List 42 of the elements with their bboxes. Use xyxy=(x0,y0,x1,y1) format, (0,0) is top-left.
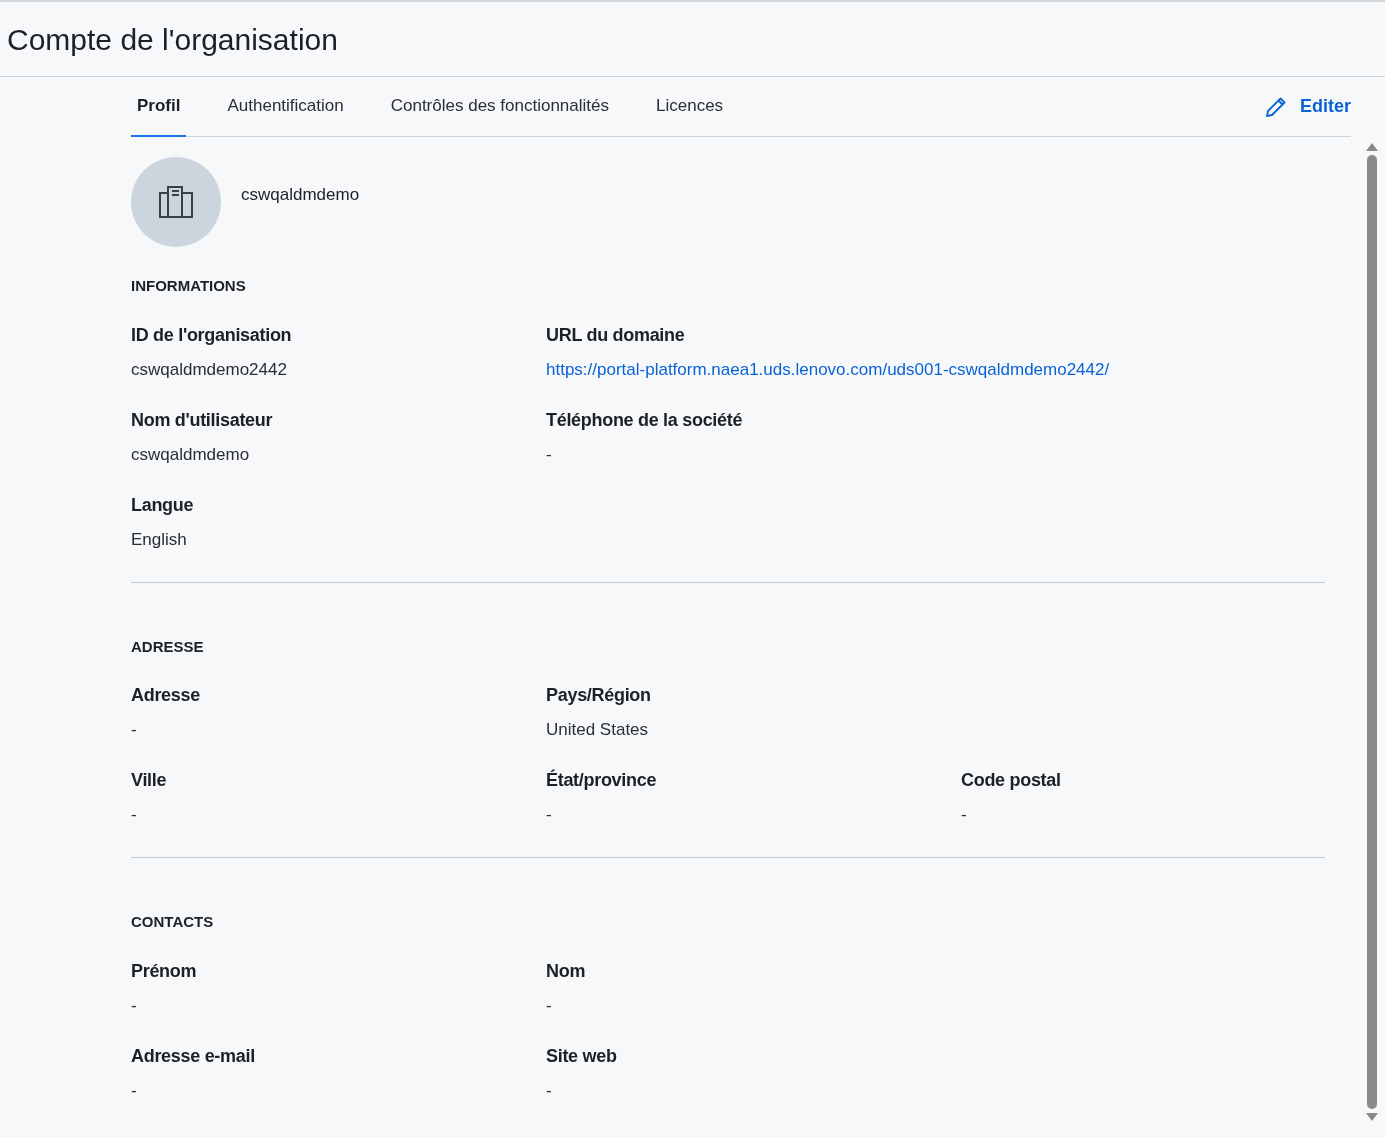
field-label: Adresse e-mail xyxy=(131,1044,256,1068)
field-value: United States xyxy=(546,720,649,739)
building-icon xyxy=(158,185,194,219)
page-title: Compte de l'organisation xyxy=(7,21,338,58)
field-label: État/province xyxy=(546,768,658,792)
tab[interactable]: Contrôles des fonctionnalités xyxy=(384,77,615,137)
tab[interactable]: Authentification xyxy=(221,77,350,137)
field-value: cswqaldmdemo2442 xyxy=(131,359,287,379)
field-value: - xyxy=(546,1080,552,1100)
tab[interactable]: Profil xyxy=(131,77,187,137)
field-label: Langue xyxy=(131,493,195,517)
field-value: cswqaldmdemo xyxy=(131,444,250,464)
field-value: - xyxy=(961,805,967,824)
field-label: Prénom xyxy=(131,959,198,983)
field-label: Nom xyxy=(546,959,587,983)
field-label: URL du domaine xyxy=(546,323,686,347)
scroll-down-arrow-icon[interactable] xyxy=(1366,1113,1378,1121)
field-label: Code postal xyxy=(961,769,1062,792)
section-heading: ADRESSE xyxy=(131,636,205,657)
field-label: Pays/Région xyxy=(546,684,652,707)
field-label: ID de l'organisation xyxy=(131,323,293,347)
tab[interactable]: Licences xyxy=(650,77,730,137)
field-label: Adresse xyxy=(131,684,201,707)
scrollbar-thumb[interactable] xyxy=(1367,155,1377,1109)
field-value: - xyxy=(131,720,137,739)
section-heading: CONTACTS xyxy=(131,912,215,932)
field-label: Ville xyxy=(131,769,168,792)
domain-link[interactable]: https://portal-platform.naea1.uds.lenovo.com/uds001-cswqaldmdemo2442/ xyxy=(546,359,1110,379)
section-heading: INFORMATIONS xyxy=(131,276,247,296)
scroll-up-arrow-icon[interactable] xyxy=(1366,143,1378,151)
field-value: - xyxy=(131,805,137,824)
field-label: Téléphone de la société xyxy=(546,408,744,432)
field-value: - xyxy=(131,1080,137,1100)
field-label: Site web xyxy=(546,1044,618,1068)
field-value: - xyxy=(546,995,552,1015)
field-value: - xyxy=(546,444,552,464)
field-value: - xyxy=(546,805,552,824)
field-label: Nom d'utilisateur xyxy=(131,408,274,432)
field-value: English xyxy=(131,529,187,549)
field-value: - xyxy=(131,995,137,1015)
organization-name: cswqaldmdemo xyxy=(241,184,360,207)
edit-button[interactable]: Editer xyxy=(1264,77,1351,136)
